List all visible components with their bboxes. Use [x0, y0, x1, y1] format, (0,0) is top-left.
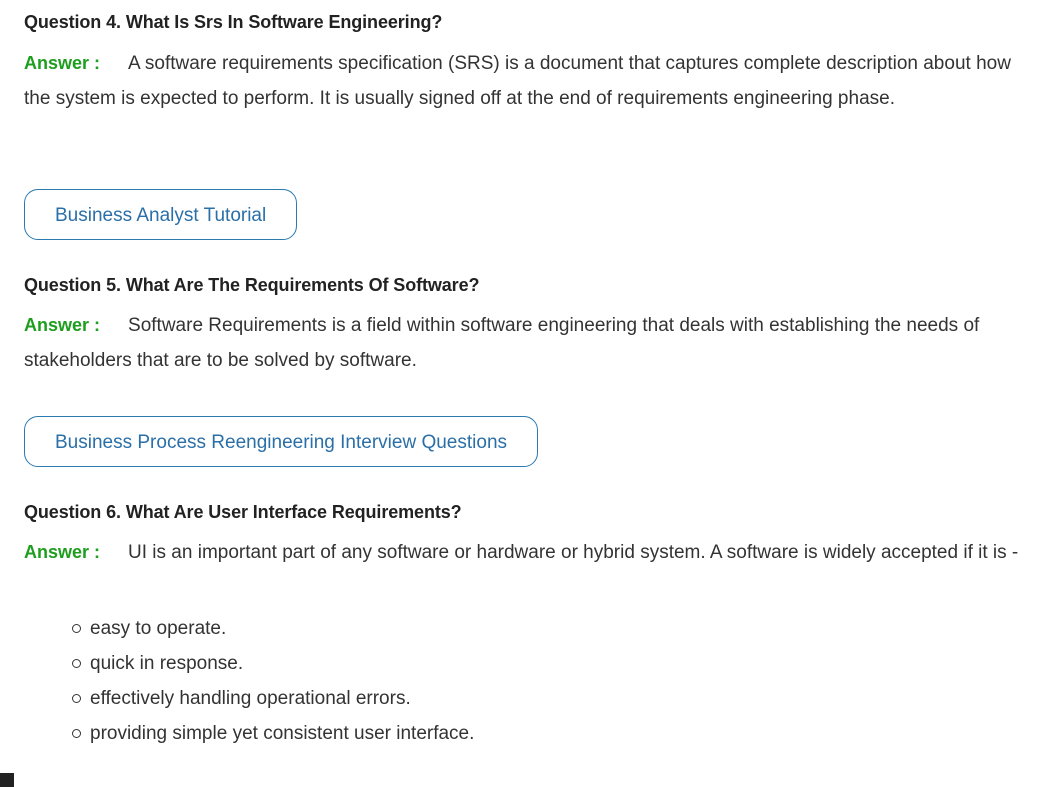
answer-block-4: Answer :A software requirements specific…	[24, 46, 1024, 116]
answer-label: Answer :	[24, 53, 101, 73]
list-item: easy to operate.	[72, 611, 1024, 646]
list-item: providing simple yet consistent user int…	[72, 716, 1024, 751]
answer-text: UI is an important part of any software …	[128, 542, 1019, 563]
question-heading: Question 4. What Is Srs In Software Engi…	[24, 12, 443, 32]
answer-paragraph: Answer : Software Requirements is a field…	[24, 308, 1024, 378]
answer-paragraph: Answer : UI is an important part of any s…	[24, 535, 1024, 570]
answer-label: Answer :	[24, 315, 101, 335]
answer-block-6: Answer : UI is an important part of any s…	[24, 535, 1024, 570]
answer-text: A software requirements specification (S…	[24, 53, 1011, 109]
business-analyst-tutorial-link[interactable]: Business Analyst Tutorial	[24, 189, 298, 240]
answer-paragraph: Answer :A software requirements specific…	[24, 46, 1024, 116]
requirements-list: easy to operate. quick in response. effe…	[24, 611, 1024, 751]
list-item: quick in response.	[72, 646, 1024, 681]
answer-label: Answer :	[24, 542, 101, 562]
question-heading: Question 6. What Are User Interface Requ…	[24, 502, 462, 522]
answer-block-5: Answer : Software Requirements is a field…	[24, 308, 1024, 378]
answer-text: Software Requirements is a field within …	[24, 315, 980, 371]
qa-block-6: Question 6. What Are User Interface Requ…	[24, 500, 1024, 524]
list-item: effectively handling operational errors.	[72, 681, 1024, 716]
qa-block-4: Question 4. What Is Srs In Software Engi…	[24, 10, 1024, 34]
corner-square-mark	[0, 773, 14, 787]
qa-block-5: Question 5. What Are The Requirements Of…	[24, 273, 1024, 297]
business-process-reengineering-link[interactable]: Business Process Reengineering Interview…	[24, 416, 539, 467]
question-heading: Question 5. What Are The Requirements Of…	[24, 275, 480, 295]
